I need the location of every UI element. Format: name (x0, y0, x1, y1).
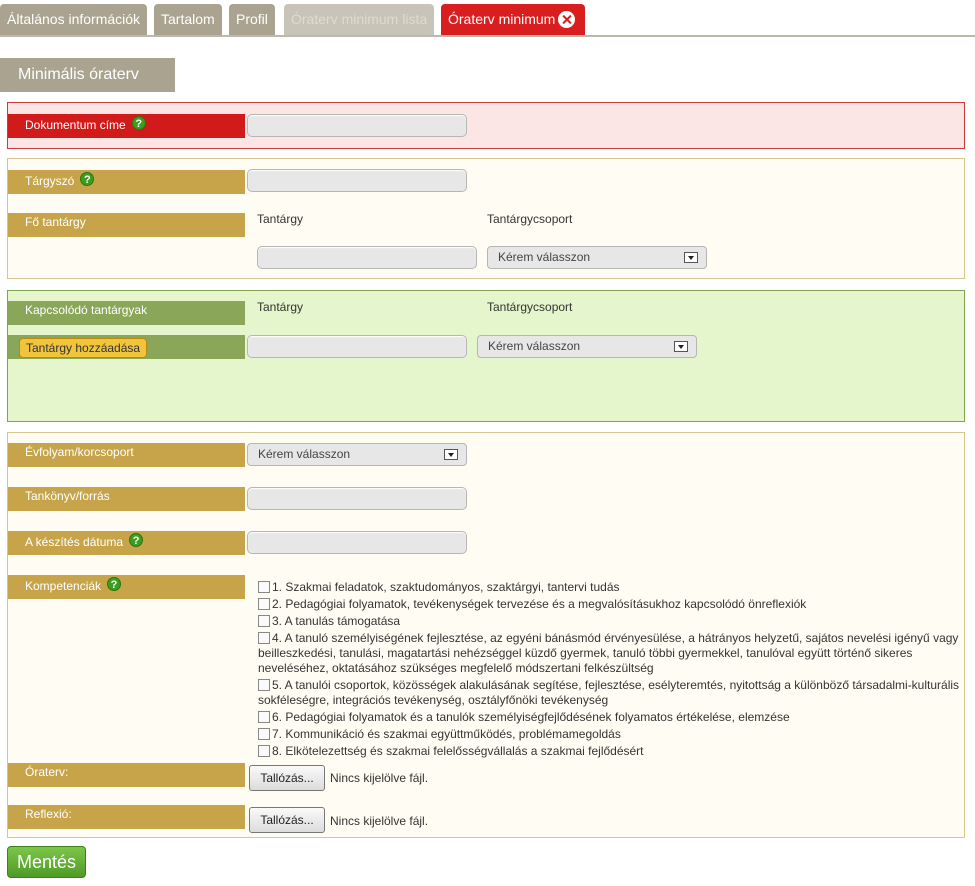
competency-checkbox[interactable] (258, 745, 270, 757)
competency-text: 2. Pedagógiai folyamatok, tevékenységek … (272, 597, 807, 611)
competency-text: 5. A tanulói csoportok, közösségek alaku… (258, 678, 960, 707)
related-subjects-subject-header: Tantárgy (257, 300, 304, 314)
created-date-label: A készítés dátuma? (8, 531, 245, 555)
competencies-checklist: 1. Szakmai feladatok, szaktudományos, sz… (258, 580, 963, 759)
competency-item: 2. Pedagógiai folyamatok, tevékenységek … (258, 597, 963, 612)
lesson-plan-file-status: Nincs kijelölve fájl. (330, 771, 429, 785)
reflection-file-status: Nincs kijelölve fájl. (330, 814, 429, 828)
tab-bar: Általános információk Tartalom Profil Ór… (0, 0, 975, 37)
grade-label: Évfolyam/korcsoport (8, 443, 245, 467)
competency-item: 3. A tanulás támogatása (258, 614, 963, 629)
textbook-label-text: Tankönyv/forrás (25, 489, 110, 503)
reflection-browse-button[interactable]: Tallózás... (249, 807, 325, 833)
competency-item: 4. A tanuló személyiségének fejlesztése,… (258, 631, 963, 676)
subject-panel: Tárgyszó? Fő tantárgy Tantárgy Tantárgyc… (7, 158, 965, 279)
competencies-label: Kompetenciák? (8, 575, 245, 599)
tab-profile[interactable]: Profil (229, 4, 275, 35)
competency-item: 1. Szakmai feladatok, szaktudományos, sz… (258, 580, 963, 595)
related-subjects-label: Kapcsolódó tantárgyak (8, 301, 245, 325)
subject-keyword-label: Tárgyszó? (8, 170, 245, 194)
competency-checkbox[interactable] (258, 581, 270, 593)
competency-item: 6. Pedagógiai folyamatok és a tanulók sz… (258, 710, 963, 725)
competency-checkbox[interactable] (258, 728, 270, 740)
add-subject-button[interactable]: Tantárgy hozzáadása (19, 338, 148, 358)
help-icon[interactable]: ? (131, 116, 146, 130)
save-button[interactable]: Mentés (7, 846, 86, 878)
competency-text: 8. Elkötelezettség és szakmai felelősség… (272, 744, 644, 758)
main-subject-group-select[interactable]: Kérem válasszon (487, 246, 707, 269)
lesson-plan-file-label-text: Óraterv: (25, 765, 69, 779)
grade-select[interactable]: Kérem válasszon (247, 443, 467, 466)
main-subject-subject-header: Tantárgy (257, 212, 304, 226)
help-icon[interactable]: ? (129, 533, 144, 547)
document-title-label: Dokumentum címe? (8, 114, 245, 138)
lesson-plan-file-label: Óraterv: (8, 763, 245, 787)
competency-text: 1. Szakmai feladatok, szaktudományos, sz… (272, 580, 620, 594)
main-subject-group-header: Tantárgycsoport (487, 212, 573, 226)
competency-item: 7. Kommunikáció és szakmai együttműködés… (258, 727, 963, 742)
related-subject-input[interactable] (247, 335, 467, 358)
tab-content[interactable]: Tartalom (154, 4, 222, 35)
competency-checkbox[interactable] (258, 711, 270, 723)
chevron-down-icon[interactable] (674, 341, 688, 352)
subject-keyword-input[interactable] (247, 169, 467, 192)
document-title-input[interactable] (247, 114, 467, 137)
chevron-down-icon[interactable] (684, 252, 698, 263)
created-date-input[interactable] (247, 531, 467, 554)
tab-general-info[interactable]: Általános információk (0, 4, 148, 35)
competency-checkbox[interactable] (258, 632, 270, 644)
competency-text: 6. Pedagógiai folyamatok és a tanulók sz… (272, 710, 790, 724)
reflection-file-label-text: Reflexió: (25, 807, 72, 821)
details-panel: Évfolyam/korcsoport Kérem válasszon Tank… (7, 432, 965, 838)
document-title-label-text: Dokumentum címe (25, 118, 126, 132)
reflection-file-label: Reflexió: (8, 805, 245, 829)
tab-lesson-plan-minimum-label: Óraterv minimum (448, 11, 556, 27)
grade-select-value: Kérem válasszon (258, 447, 351, 461)
created-date-label-text: A készítés dátuma (25, 535, 124, 549)
textbook-input[interactable] (247, 487, 467, 510)
help-icon[interactable]: ? (80, 172, 95, 186)
competency-text: 4. A tanuló személyiségének fejlesztése,… (258, 631, 959, 675)
main-subject-group-select-value: Kérem válasszon (498, 250, 591, 264)
main-subject-label-text: Fő tantárgy (25, 215, 86, 229)
page-title: Minimális óraterv (0, 58, 175, 92)
chevron-down-icon[interactable] (444, 449, 458, 460)
competencies-label-text: Kompetenciák (25, 579, 102, 593)
related-subjects-group-header: Tantárgycsoport (487, 300, 573, 314)
tab-lesson-plan-list: Óraterv minimum lista (284, 4, 435, 35)
help-icon[interactable]: ? (107, 577, 122, 591)
close-icon[interactable] (558, 11, 576, 28)
document-title-panel: Dokumentum címe? (7, 102, 965, 149)
related-subjects-panel: Kapcsolódó tantárgyak Tantárgy Tantárgyc… (7, 290, 965, 422)
related-subject-group-select-value: Kérem válasszon (488, 339, 581, 353)
competency-checkbox[interactable] (258, 598, 270, 610)
competency-checkbox[interactable] (258, 679, 270, 691)
tab-lesson-plan-minimum[interactable]: Óraterv minimum (441, 4, 586, 35)
subject-keyword-label-text: Tárgyszó (25, 174, 75, 188)
main-subject-label: Fő tantárgy (8, 213, 245, 237)
competency-text: 3. A tanulás támogatása (272, 614, 401, 628)
related-subject-group-select[interactable]: Kérem válasszon (477, 335, 697, 358)
related-subjects-label-text: Kapcsolódó tantárgyak (25, 303, 148, 317)
grade-label-text: Évfolyam/korcsoport (25, 445, 134, 459)
competency-text: 7. Kommunikáció és szakmai együttműködés… (272, 727, 621, 741)
competency-item: 8. Elkötelezettség és szakmai felelősség… (258, 744, 963, 759)
competency-checkbox[interactable] (258, 615, 270, 627)
textbook-label: Tankönyv/forrás (8, 487, 245, 511)
main-subject-input[interactable] (257, 246, 477, 269)
lesson-plan-browse-button[interactable]: Tallózás... (249, 765, 325, 791)
competency-item: 5. A tanulói csoportok, közösségek alaku… (258, 678, 963, 708)
